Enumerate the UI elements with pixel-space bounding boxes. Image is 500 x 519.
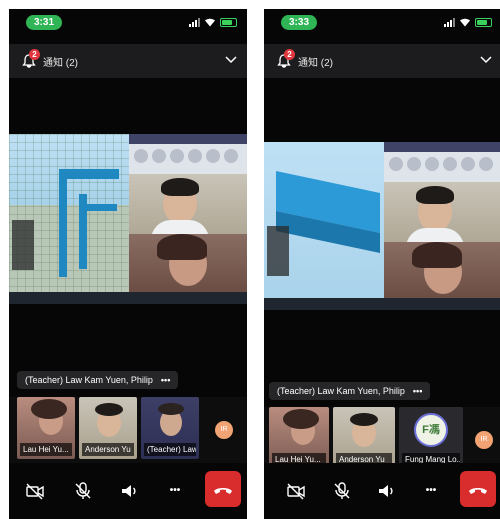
chevron-down-icon[interactable]	[480, 56, 492, 64]
hang-up-icon	[469, 488, 487, 494]
participant-avatar-ir[interactable]: IR	[475, 431, 493, 449]
meeting-window	[384, 142, 500, 310]
battery-icon	[220, 17, 237, 27]
participant-thumb[interactable]: Anderson Yu	[79, 397, 137, 459]
minecraft-window	[264, 142, 384, 310]
shared-screen	[264, 142, 500, 310]
status-bar: 3:31	[9, 9, 247, 35]
camera-off-icon[interactable]	[286, 481, 306, 501]
speaker-name: (Teacher) Law Kam Yuen, Philip	[277, 386, 405, 396]
more-icon[interactable]: •••	[165, 481, 185, 501]
status-icons	[189, 15, 237, 29]
windows-taskbar	[264, 298, 384, 310]
notification-badge: 2	[29, 49, 40, 60]
status-time[interactable]: 3:33	[281, 15, 317, 30]
more-icon[interactable]: •••	[413, 386, 422, 396]
call-controls: •••	[264, 463, 500, 519]
meeting-window	[129, 134, 247, 304]
more-icon[interactable]: •••	[421, 481, 441, 501]
speaker-name-pill[interactable]: (Teacher) Law Kam Yuen, Philip •••	[269, 382, 431, 400]
shared-screen	[9, 134, 247, 304]
minecraft-chat-panel	[267, 226, 289, 276]
hang-up-button[interactable]	[205, 471, 241, 507]
participant-thumb[interactable]: F馮 Fung Mang Lo...	[399, 407, 463, 469]
video-lau	[384, 242, 500, 298]
wifi-icon	[205, 18, 215, 27]
notification-text: 通知 (2)	[43, 58, 78, 69]
participant-thumb[interactable]: Anderson Yu	[333, 407, 395, 469]
mic-off-icon[interactable]	[73, 481, 93, 501]
participant-thumb[interactable]: (Teacher) Law...	[141, 397, 199, 459]
hang-up-button[interactable]	[460, 471, 496, 507]
more-icon[interactable]: •••	[161, 375, 170, 385]
hang-up-icon	[214, 488, 232, 494]
speaker-icon[interactable]	[119, 481, 139, 501]
wifi-icon	[460, 18, 470, 27]
camera-off-icon[interactable]	[25, 481, 45, 501]
notification-text: 通知 (2)	[298, 58, 333, 69]
speaker-name: (Teacher) Law Kam Yuen, Philip	[25, 375, 153, 385]
speaker-icon[interactable]	[376, 481, 396, 501]
call-controls: •••	[9, 463, 247, 519]
mic-off-icon[interactable]	[332, 481, 352, 501]
participant-name: Lau Hei Yu...	[20, 443, 72, 456]
video-anderson	[129, 174, 247, 234]
signal-icon	[189, 17, 200, 27]
status-icons	[444, 15, 492, 29]
participant-name: Anderson Yu	[82, 443, 134, 456]
notification-badge: 2	[284, 49, 295, 60]
status-time[interactable]: 3:31	[26, 15, 62, 30]
participant-avatar-ir[interactable]: IR	[215, 421, 233, 439]
fung-avatar: F馮	[414, 413, 448, 447]
minecraft-wall	[59, 169, 67, 277]
participant-thumb[interactable]: Lau Hei Yu...	[269, 407, 329, 469]
minecraft-chat-panel	[12, 220, 34, 270]
participant-strip: Lau Hei Yu... Anderson Yu (Teacher) Law.…	[9, 397, 247, 465]
video-anderson	[384, 182, 500, 242]
participant-thumb[interactable]: Lau Hei Yu...	[17, 397, 75, 459]
phone-screenshot-2: 3:33 2 通知 (2) (Teacher) Law Kam Yuen, Ph…	[264, 9, 500, 519]
signal-icon	[444, 17, 455, 27]
phone-screenshot-1: 3:31 2 通知 (2) (Teacher) Law Kam Yuen, Ph…	[9, 9, 247, 519]
chevron-down-icon[interactable]	[225, 56, 237, 64]
notification-banner[interactable]: 2 通知 (2)	[9, 44, 247, 78]
participant-name: (Teacher) Law...	[144, 443, 196, 456]
status-bar: 3:33	[264, 9, 500, 35]
windows-taskbar	[9, 292, 129, 304]
battery-icon	[475, 17, 492, 27]
minecraft-window	[9, 134, 129, 304]
video-lau	[129, 234, 247, 292]
speaker-name-pill[interactable]: (Teacher) Law Kam Yuen, Philip •••	[17, 371, 179, 389]
notification-banner[interactable]: 2 通知 (2)	[264, 44, 500, 78]
